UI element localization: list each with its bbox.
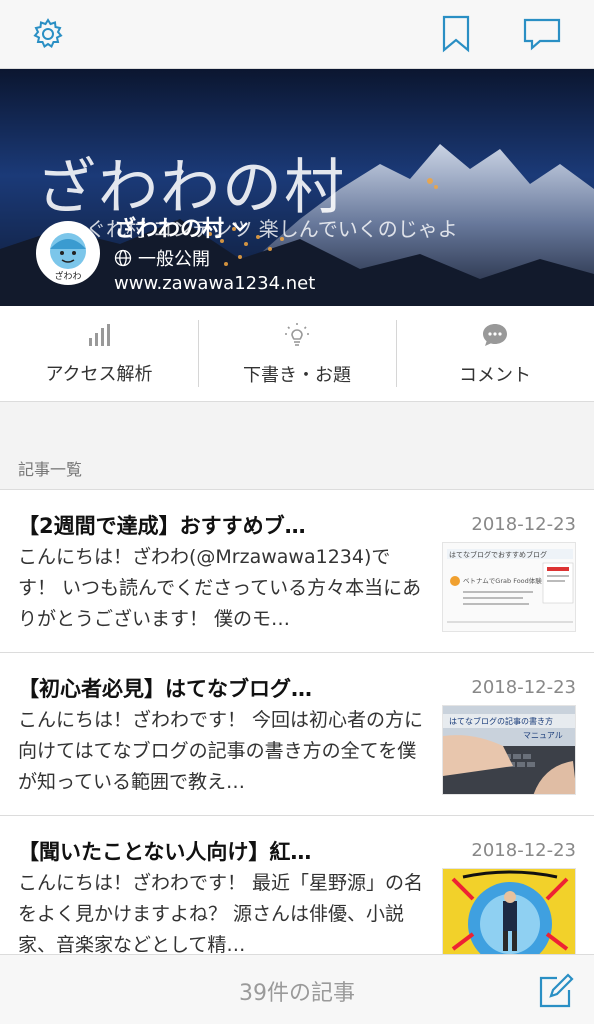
chat-icon[interactable] <box>522 14 562 54</box>
article-excerpt: こんにちは！ざわわ(@Mrzawawa1234)です！ いつも読んでくださってい… <box>18 546 422 630</box>
lightbulb-icon <box>285 322 309 346</box>
action-row: アクセス解析 下書き・お題 コメント <box>0 306 594 402</box>
avatar-text: ざわわ <box>54 270 81 282</box>
drafts-label: 下書き・お題 <box>243 364 351 386</box>
thumb-text: ベトナムでGrab Food体験 <box>463 576 542 585</box>
list-item[interactable]: 【初心者必見】はてなブログ… 2018-12-23 こんにちは！ざわわです！ 今… <box>0 653 594 816</box>
compose-icon[interactable] <box>536 971 576 1011</box>
drafts-button[interactable]: 下書き・お題 <box>198 306 396 401</box>
bottom-toolbar: 39件の記事 <box>0 954 594 1024</box>
article-excerpt: こんにちは！ざわわです！ 最近「星野源」の名をよく見かけますよね？ 源さんは俳優… <box>18 872 424 956</box>
comments-label: コメント <box>459 364 531 386</box>
article-title: 【2週間で達成】おすすめブ… <box>18 514 306 538</box>
article-title: 【聞いたことない人向け】紅… <box>18 840 312 864</box>
top-toolbar <box>0 0 594 69</box>
blog-url[interactable]: www.zawawa1234.net <box>114 273 315 294</box>
section-label: 記事一覧 <box>18 460 83 479</box>
article-date: 2018-12-23 <box>471 840 576 861</box>
bookmark-icon[interactable] <box>436 14 476 54</box>
article-title: 【初心者必見】はてなブログ… <box>18 677 312 701</box>
avatar[interactable]: ざわわ <box>36 221 100 285</box>
article-date: 2018-12-23 <box>471 677 576 698</box>
article-thumbnail: はてなブログの記事の書き方 マニュアル <box>442 705 576 795</box>
thumb-text: はてなブログでおすすめブログ <box>449 550 547 559</box>
access-analytics-label: アクセス解析 <box>45 363 153 385</box>
visibility-status: 一般公開 <box>114 245 210 271</box>
access-analytics-button[interactable]: アクセス解析 <box>0 306 198 401</box>
thumb-text: マニュアル <box>523 731 563 740</box>
article-thumbnail <box>442 868 576 958</box>
blog-name-switcher[interactable]: ざわわの村 <box>114 211 250 243</box>
article-count: 39件の記事 <box>239 981 355 1006</box>
gear-icon[interactable] <box>28 14 68 54</box>
blog-header: ざわわの村 ぐれ村 コンテンツ 楽しんでいくのじゃよ ざわわ ざわわの村 一般公… <box>0 69 594 306</box>
list-item[interactable]: 【2週間で達成】おすすめブ… 2018-12-23 こんにちは！ざわわ(@Mrz… <box>0 490 594 653</box>
article-thumbnail: はてなブログでおすすめブログ ベトナムでGrab Food体験 <box>442 542 576 632</box>
article-excerpt: こんにちは！ざわわです！ 今回は初心者の方に向けてはてなブログの記事の書き方の全… <box>18 709 424 793</box>
article-list: 【2週間で達成】おすすめブ… 2018-12-23 こんにちは！ざわわ(@Mrz… <box>0 489 594 979</box>
bar-chart-icon <box>89 323 110 346</box>
visibility-label: 一般公開 <box>138 249 210 270</box>
thumb-text: はてなブログの記事の書き方 <box>449 716 553 726</box>
article-date: 2018-12-23 <box>471 514 576 535</box>
comments-button[interactable]: コメント <box>396 306 594 401</box>
chevron-down-icon <box>232 222 248 232</box>
comment-icon <box>483 323 507 346</box>
globe-icon <box>114 249 132 267</box>
blog-name: ざわわの村 <box>114 217 225 242</box>
